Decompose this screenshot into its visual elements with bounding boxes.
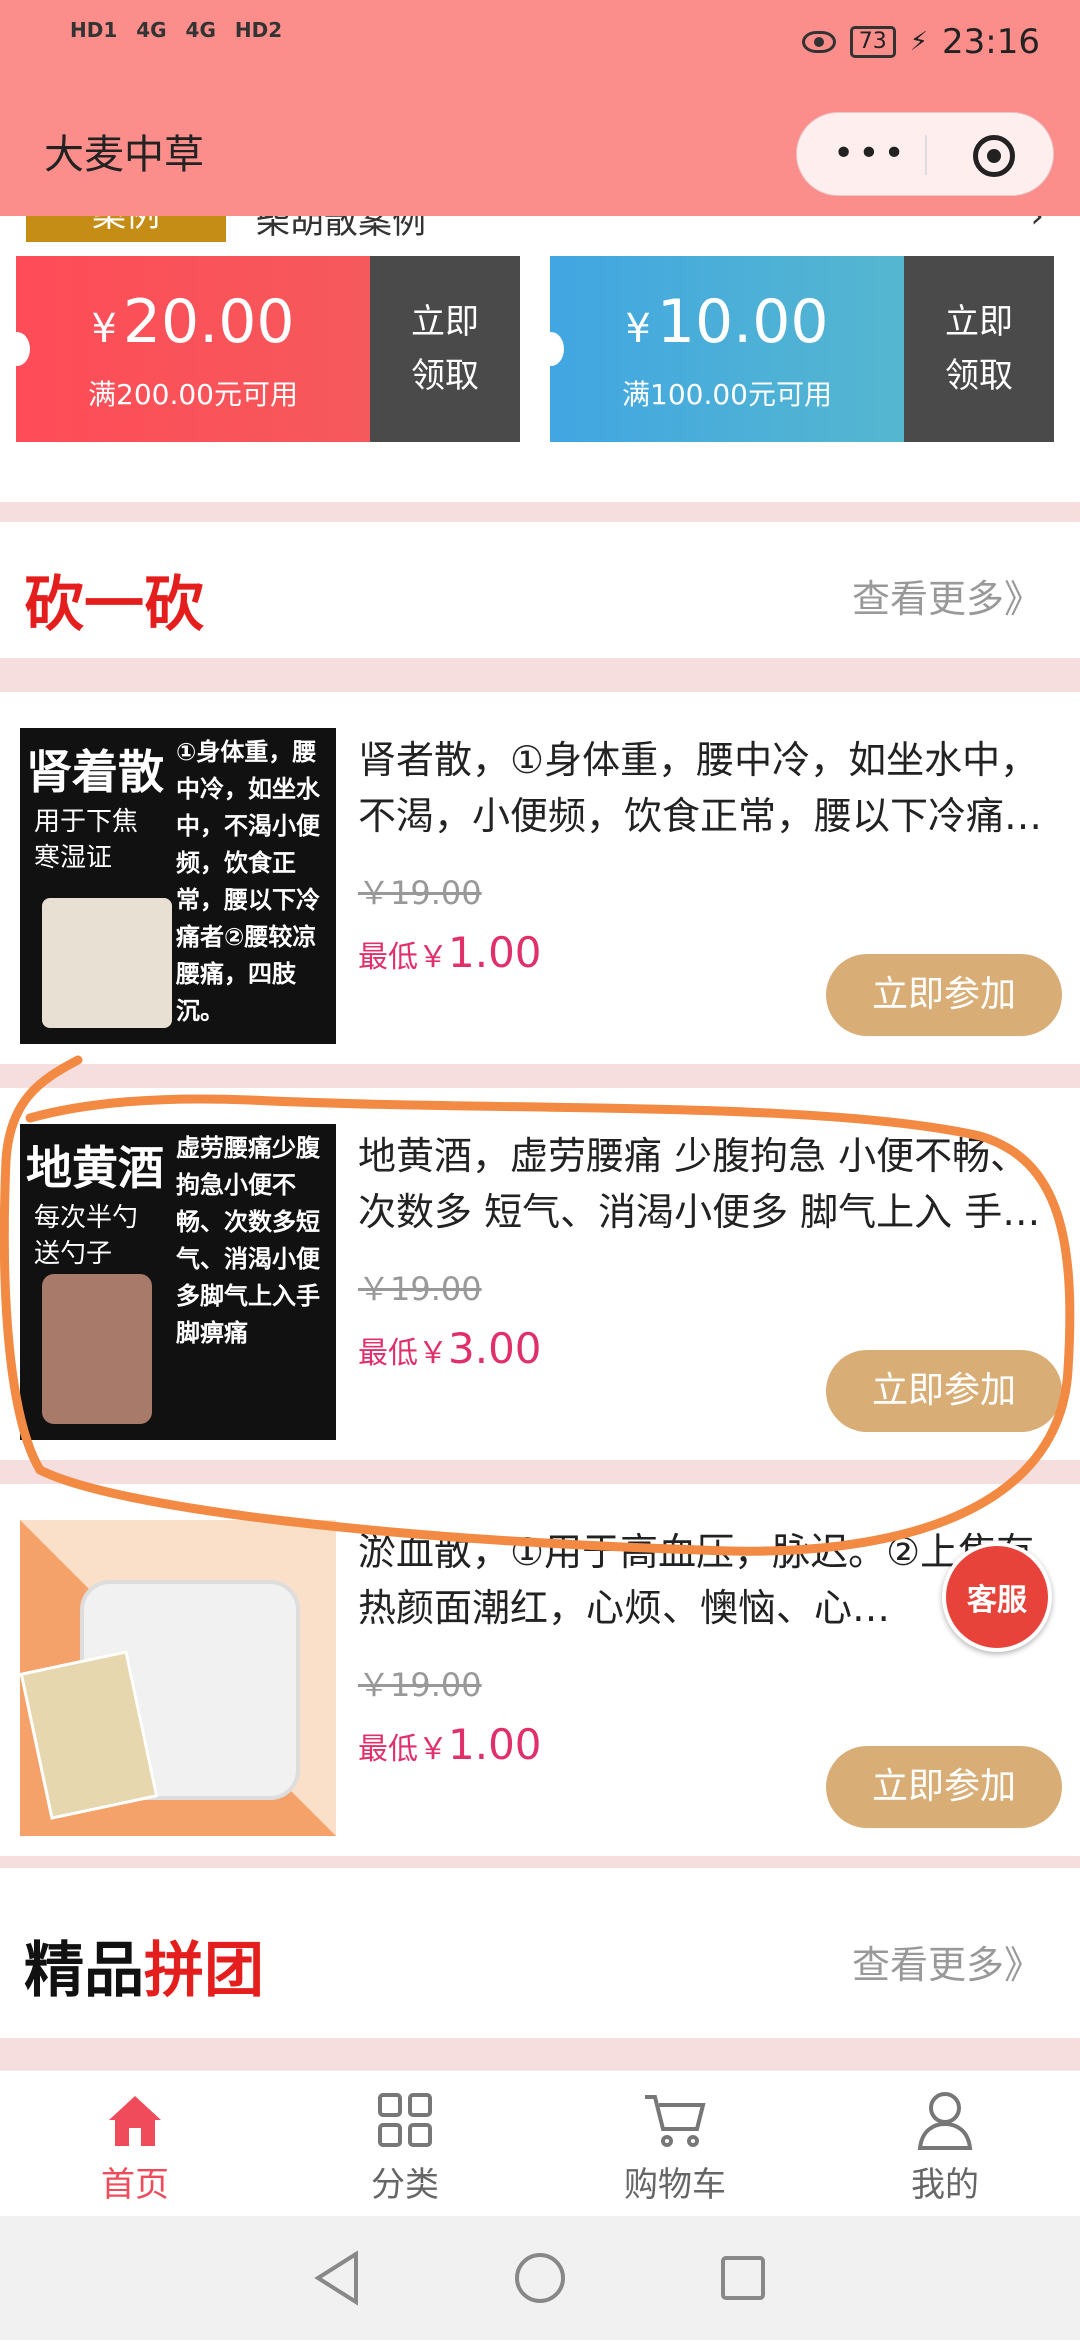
- bargain-item[interactable]: 淤血散，①用于高血压，脉迟。②上焦有热颜面潮红，心烦、懊恼、心… ￥19.00 …: [0, 1484, 1080, 1856]
- group-title-part2: 拼团: [144, 1936, 264, 2006]
- coupon-card[interactable]: ¥20.00 满200.00元可用 立即 领取: [4, 256, 520, 442]
- lowest-value: 3.00: [448, 1324, 542, 1373]
- tab-label: 购物车: [624, 2165, 726, 2205]
- claim-label-1: 立即: [411, 302, 479, 342]
- product-image: 地黄酒 每次半勺送勺子 虚劳腰痛少腹拘急小便不畅、次数多短气、消渴小便多脚气上入…: [20, 1124, 336, 1440]
- status-right: 73 ⚡ 23:16: [801, 22, 1040, 62]
- currency-symbol: ¥: [625, 306, 651, 352]
- claim-label-1: 立即: [945, 302, 1013, 342]
- tab-label: 分类: [371, 2165, 439, 2205]
- bargain-more-link[interactable]: 查看更多》: [852, 568, 1042, 623]
- original-price: ￥19.00: [358, 874, 482, 912]
- clock: 23:16: [942, 22, 1040, 62]
- eye-icon: [801, 31, 836, 53]
- thumb-description: ①身体重，腰中冷，如坐水中，不渴小便频，饮食正常，腰以下冷痛者②腰较凉腰痛，四肢…: [176, 738, 320, 1025]
- coupon-section: ¥20.00 满200.00元可用 立即 领取 ¥10.00 满100.00元可…: [0, 244, 1080, 502]
- promo-tag: 案例: [26, 216, 226, 242]
- bargain-header: 砍一砍 查看更多》: [0, 522, 1080, 658]
- hd1-label: HD1: [70, 18, 118, 42]
- home-icon: [0, 2089, 270, 2151]
- join-button[interactable]: 立即参加: [826, 1746, 1062, 1828]
- thumb-subtitle: 用于下焦寒湿证: [34, 807, 139, 873]
- lowest-price: 最低￥1.00: [358, 928, 542, 977]
- join-button[interactable]: 立即参加: [826, 954, 1062, 1036]
- capsule-divider: [925, 135, 927, 175]
- tab-bar: 首页 分类 购物车 我的: [0, 2070, 1080, 2216]
- jar-image: [42, 1274, 152, 1424]
- back-icon[interactable]: [312, 2250, 362, 2306]
- claim-label-2: 领取: [411, 356, 479, 396]
- group-more-link[interactable]: 查看更多》: [852, 1934, 1042, 1989]
- category-icon: [270, 2089, 540, 2151]
- signal-4g-2: 4G: [185, 18, 216, 42]
- claim-label-2: 领取: [945, 356, 1013, 396]
- product-name: 肾者散，①身体重，腰中冷，如坐水中，不渴，小便频，饮食正常，腰以下冷痛…: [358, 738, 1043, 838]
- lowest-price: 最低￥3.00: [358, 1324, 542, 1373]
- tab-label: 我的: [911, 2165, 979, 2205]
- currency-symbol: ¥: [91, 306, 117, 352]
- coupon-card[interactable]: ¥10.00 满100.00元可用 立即 领取: [538, 256, 1054, 442]
- original-price: ￥19.00: [358, 1666, 482, 1704]
- charging-icon: ⚡: [909, 27, 929, 57]
- coupon-condition: 满100.00元可用: [622, 378, 832, 411]
- product-image: [20, 1520, 336, 1836]
- group-buy-title: 精品拼团: [24, 1922, 264, 2009]
- coupon-value: ¥20.00 满200.00元可用: [4, 256, 370, 442]
- lowest-label: 最低￥: [358, 1336, 448, 1371]
- bargain-item[interactable]: 肾着散 用于下焦寒湿证 ①身体重，腰中冷，如坐水中，不渴小便频，饮食正常，腰以下…: [0, 692, 1080, 1064]
- thumb-title: 肾着散: [26, 745, 164, 799]
- home-circle-icon[interactable]: [512, 2250, 568, 2306]
- signal-4g-1: 4G: [136, 18, 167, 42]
- claim-coupon-button[interactable]: 立即 领取: [904, 256, 1054, 442]
- miniprogram-capsule: •••: [796, 112, 1054, 196]
- tab-home[interactable]: 首页: [0, 2071, 270, 2216]
- lowest-label: 最低￥: [358, 940, 448, 975]
- coupon-value: ¥10.00 满100.00元可用: [538, 256, 904, 442]
- bargain-item[interactable]: 地黄酒 每次半勺送勺子 虚劳腰痛少腹拘急小便不畅、次数多短气、消渴小便多脚气上入…: [0, 1088, 1080, 1460]
- lowest-label: 最低￥: [358, 1732, 448, 1767]
- thumb-subtitle: 每次半勺送勺子: [34, 1203, 139, 1269]
- original-price: ￥19.00: [358, 1270, 482, 1308]
- hd2-label: HD2: [234, 18, 283, 42]
- chevron-right-icon: ›: [1030, 216, 1044, 236]
- group-buy-header: 精品拼团 查看更多》: [0, 1868, 1080, 2038]
- jar-image: [42, 898, 172, 1028]
- coupon-condition: 满200.00元可用: [88, 378, 298, 411]
- user-icon: [810, 2089, 1080, 2151]
- lowest-price: 最低￥1.00: [358, 1720, 542, 1769]
- thumb-description: 虚劳腰痛少腹拘急小便不畅、次数多短气、消渴小便多脚气上入手脚痹痛: [176, 1134, 320, 1347]
- bargain-title: 砍一砍: [24, 570, 204, 640]
- join-button[interactable]: 立即参加: [826, 1350, 1062, 1432]
- more-icon[interactable]: •••: [833, 133, 909, 174]
- cart-icon: [540, 2089, 810, 2151]
- group-title-part1: 精品: [24, 1936, 144, 2006]
- coupon-amount: 10.00: [656, 287, 829, 357]
- tab-label: 首页: [101, 2165, 169, 2205]
- close-target-icon[interactable]: [973, 135, 1015, 177]
- tab-category[interactable]: 分类: [270, 2071, 540, 2216]
- lowest-value: 1.00: [448, 1720, 542, 1769]
- page-title: 大麦中草: [44, 132, 204, 178]
- product-name: 地黄酒，虚劳腰痛 少腹拘急 小便不畅、次数多 短气、消渴小便多 脚气上入 手…: [358, 1134, 1041, 1234]
- main-content: 案例 柴胡散案例 › ¥20.00 满200.00元可用 立即 领取 ¥10.0…: [0, 216, 1080, 2070]
- claim-coupon-button[interactable]: 立即 领取: [370, 256, 520, 442]
- battery-level: 73: [849, 26, 896, 58]
- top-bar: HD1 4G 4G HD2 73 ⚡ 23:16 大麦中草 •••: [0, 0, 1080, 216]
- thumb-title: 地黄酒: [26, 1141, 164, 1195]
- tab-mine[interactable]: 我的: [810, 2071, 1080, 2216]
- product-image: 肾着散 用于下焦寒湿证 ①身体重，腰中冷，如坐水中，不渴小便频，饮食正常，腰以下…: [20, 728, 336, 1044]
- promo-text: 柴胡散案例: [256, 216, 426, 242]
- lowest-value: 1.00: [448, 928, 542, 977]
- signal-indicators: HD1 4G 4G HD2: [70, 18, 294, 42]
- customer-service-button[interactable]: 客服: [942, 1542, 1052, 1652]
- system-nav-bar: [0, 2216, 1080, 2340]
- promo-strip[interactable]: 案例 柴胡散案例 ›: [0, 216, 1080, 244]
- recents-icon[interactable]: [718, 2253, 768, 2303]
- status-bar: HD1 4G 4G HD2 73 ⚡ 23:16: [0, 0, 1080, 90]
- coupon-amount: 20.00: [122, 287, 295, 357]
- tab-cart[interactable]: 购物车: [540, 2071, 810, 2216]
